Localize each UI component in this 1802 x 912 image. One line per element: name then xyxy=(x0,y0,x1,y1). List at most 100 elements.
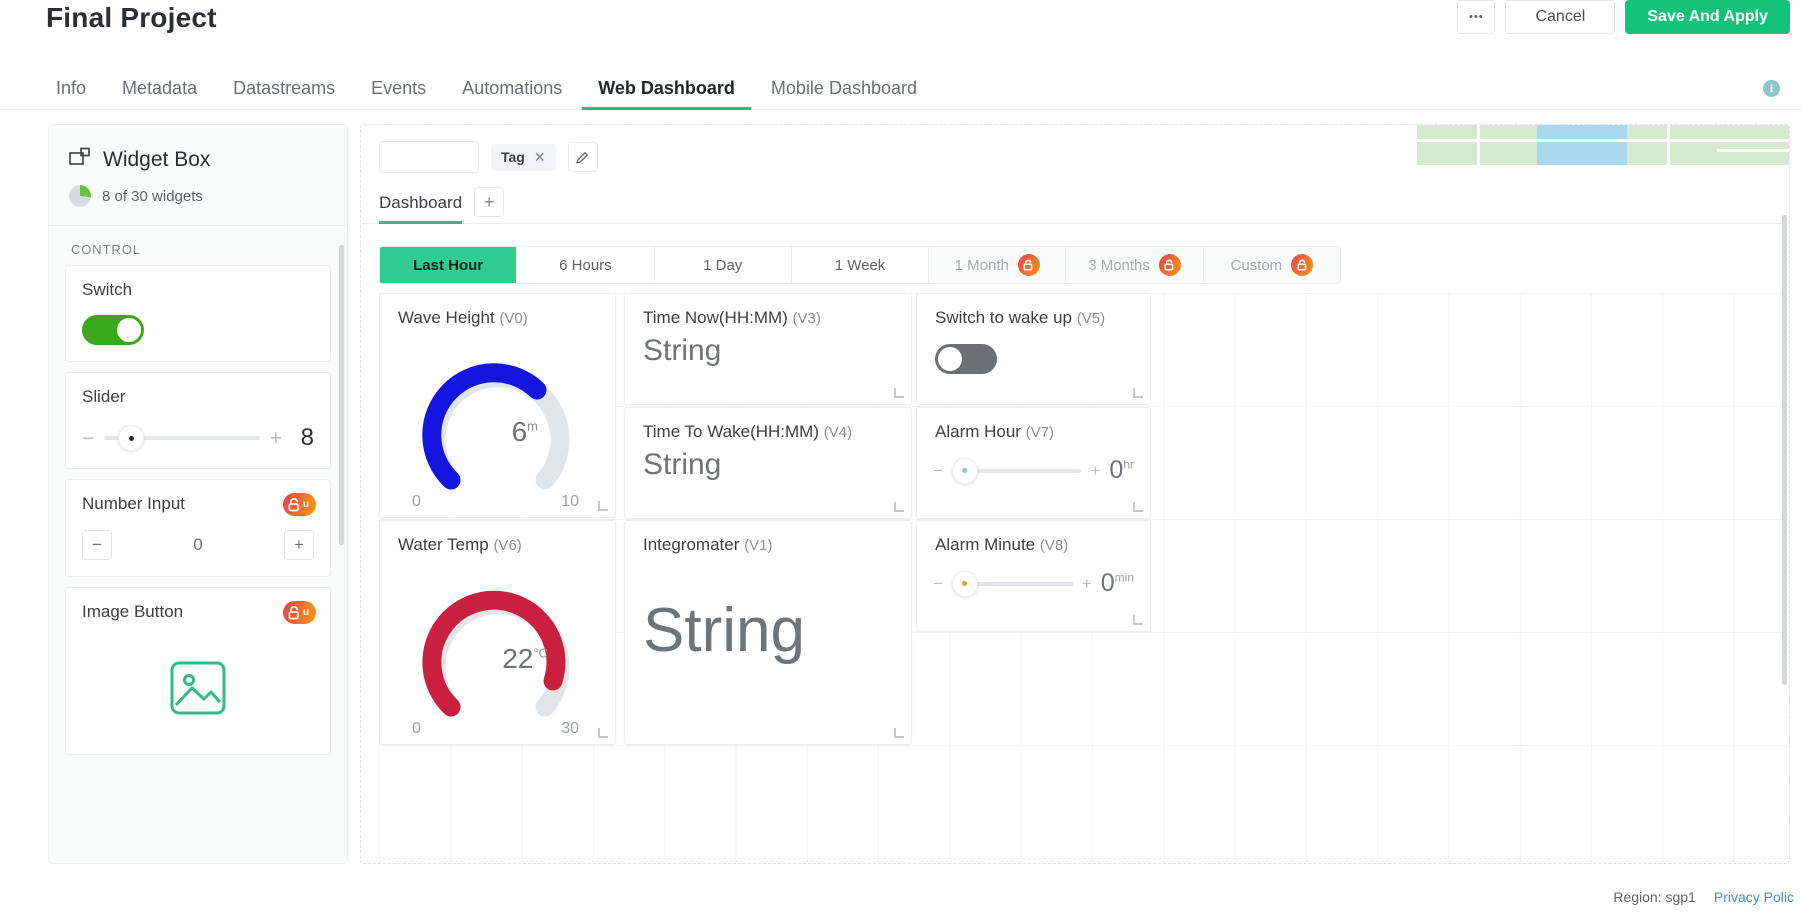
sidebar-widget-number-input[interactable]: Number Input u − 0 + xyxy=(65,479,331,577)
tag-chip[interactable]: Tag ✕ xyxy=(491,144,556,171)
range-1-week[interactable]: 1 Week xyxy=(792,247,929,283)
widget-water-temp[interactable]: Water Temp (V6) 22°C 0 xyxy=(379,520,616,745)
slider-minus-icon[interactable]: − xyxy=(933,462,943,479)
widget-usage-row: 8 of 30 widgets xyxy=(69,185,327,207)
sidebar-widget-slider[interactable]: Slider − + 8 xyxy=(65,372,331,469)
slider-unit: min xyxy=(1115,571,1134,585)
switch-toggle[interactable] xyxy=(82,315,144,345)
slider-thumb[interactable] xyxy=(952,571,978,597)
resize-handle-icon[interactable] xyxy=(1133,502,1143,512)
widget-pin: (V5) xyxy=(1077,310,1105,327)
range-custom[interactable]: Custom xyxy=(1204,247,1340,283)
widget-title: Integromater (V1) xyxy=(625,521,911,555)
range-6-hours[interactable]: 6 Hours xyxy=(517,247,654,283)
sidebar-scrollbar[interactable] xyxy=(339,245,344,545)
privacy-policy-link[interactable]: Privacy Polic xyxy=(1714,889,1794,905)
slider-thumb[interactable] xyxy=(952,458,978,484)
sidebar-widget-switch[interactable]: Switch xyxy=(65,265,331,362)
slider-plus-icon[interactable]: + xyxy=(1090,462,1100,479)
resize-handle-icon[interactable] xyxy=(1133,615,1143,625)
resize-handle-icon[interactable] xyxy=(894,388,904,398)
widget-title: Alarm Minute (V8) xyxy=(917,521,1150,555)
range-label: 1 Day xyxy=(703,257,742,274)
gauge-value-text: 22 xyxy=(502,643,533,674)
edit-pencil-button[interactable] xyxy=(568,142,598,172)
gauge-value-text: 6 xyxy=(512,416,528,447)
sidebar-widget-label: Image Button xyxy=(82,602,314,622)
slider-minus-icon[interactable]: − xyxy=(82,428,94,449)
widget-box-title: Widget Box xyxy=(103,148,210,172)
tag-remove-icon[interactable]: ✕ xyxy=(534,149,546,166)
resize-handle-icon[interactable] xyxy=(1133,388,1143,398)
dashboard-tab-dashboard[interactable]: Dashboard xyxy=(379,193,462,223)
widget-integromater[interactable]: Integromater (V1) String xyxy=(624,520,912,745)
footer-bar: Region: sgp1 Privacy Polic xyxy=(0,882,1802,912)
lock-icon xyxy=(1291,254,1313,276)
widget-grid: Wave Height (V0) 6m 0 xyxy=(379,293,1789,863)
slider-track[interactable] xyxy=(952,469,1082,473)
widget-alarm-minute[interactable]: Alarm Minute (V8) − + 0min xyxy=(916,520,1151,632)
wake-up-toggle[interactable] xyxy=(935,344,997,374)
slider-plus-icon[interactable]: + xyxy=(1082,575,1092,592)
widget-title-text: Integromater xyxy=(643,535,739,554)
widget-pin: (V8) xyxy=(1040,537,1068,554)
dashboard-scrollbar[interactable] xyxy=(1782,215,1787,685)
range-last-hour[interactable]: Last Hour xyxy=(380,247,517,283)
range-1-month[interactable]: 1 Month xyxy=(929,247,1066,283)
tab-info[interactable]: Info xyxy=(40,79,102,109)
resize-handle-icon[interactable] xyxy=(894,502,904,512)
time-range-selector: Last Hour 6 Hours 1 Day 1 Week 1 Month xyxy=(379,246,1341,284)
slider-thumb[interactable] xyxy=(118,425,144,451)
slider-minus-icon[interactable]: − xyxy=(933,575,943,592)
range-label: Custom xyxy=(1230,257,1282,274)
header-actions: ••• Cancel Save And Apply xyxy=(1457,0,1790,34)
widget-time-to-wake[interactable]: Time To Wake(HH:MM) (V4) String xyxy=(624,407,912,519)
widget-switch-to-wake-up[interactable]: Switch to wake up (V5) xyxy=(916,293,1151,405)
tab-web-dashboard[interactable]: Web Dashboard xyxy=(582,79,751,109)
resize-handle-icon[interactable] xyxy=(894,728,904,738)
gauge-max: 30 xyxy=(561,720,579,738)
slider-plus-icon[interactable]: + xyxy=(270,428,282,449)
resize-handle-icon[interactable] xyxy=(598,501,608,511)
widget-box-panel: Widget Box 8 of 30 widgets CONTROL Switc… xyxy=(48,124,348,864)
widget-title: Switch to wake up (V5) xyxy=(917,294,1150,328)
tag-chip-label: Tag xyxy=(501,149,525,165)
cancel-button[interactable]: Cancel xyxy=(1505,0,1615,34)
widget-pin: (V7) xyxy=(1026,424,1054,441)
widget-title: Alarm Hour (V7) xyxy=(917,408,1150,442)
number-decrement-button[interactable]: − xyxy=(82,530,112,560)
tab-metadata[interactable]: Metadata xyxy=(106,79,213,109)
gauge-value: 6m xyxy=(512,416,538,448)
more-options-button[interactable]: ••• xyxy=(1457,0,1495,34)
image-placeholder-icon xyxy=(82,638,314,738)
slider-unit: hr xyxy=(1123,458,1134,472)
widget-alarm-hour[interactable]: Alarm Hour (V7) − + 0hr xyxy=(916,407,1151,519)
tab-events[interactable]: Events xyxy=(355,79,442,109)
widget-time-now[interactable]: Time Now(HH:MM) (V3) String xyxy=(624,293,912,405)
info-icon[interactable]: i xyxy=(1763,80,1780,97)
resize-handle-icon[interactable] xyxy=(598,728,608,738)
tab-mobile-dashboard[interactable]: Mobile Dashboard xyxy=(755,79,933,109)
dashboard-name-input[interactable] xyxy=(379,141,479,173)
dashboard-area: Tag ✕ Dashboard + Last Hour xyxy=(360,124,1790,876)
dashboard-tabs: Dashboard + xyxy=(361,173,1789,224)
slider-track[interactable] xyxy=(952,582,1073,586)
main-tabs: Info Metadata Datastreams Events Automat… xyxy=(0,64,1802,110)
range-label: 3 Months xyxy=(1088,257,1150,274)
tab-datastreams[interactable]: Datastreams xyxy=(217,79,351,109)
slider-track[interactable] xyxy=(104,436,259,440)
tab-automations[interactable]: Automations xyxy=(446,79,578,109)
sidebar-widget-image-button[interactable]: Image Button u xyxy=(65,587,331,755)
number-input-value[interactable]: 0 xyxy=(193,535,202,555)
gauge-unit: m xyxy=(527,419,538,434)
widget-box-icon xyxy=(69,147,92,172)
add-dashboard-tab-button[interactable]: + xyxy=(474,187,504,217)
range-label: 1 Month xyxy=(955,257,1009,274)
widget-value: String xyxy=(625,555,911,666)
number-increment-button[interactable]: + xyxy=(284,530,314,560)
range-3-months[interactable]: 3 Months xyxy=(1066,247,1203,283)
widget-wave-height[interactable]: Wave Height (V0) 6m 0 xyxy=(379,293,616,518)
range-1-day[interactable]: 1 Day xyxy=(655,247,792,283)
lock-badge-icon: u xyxy=(283,601,316,624)
save-and-apply-button[interactable]: Save And Apply xyxy=(1625,0,1790,34)
